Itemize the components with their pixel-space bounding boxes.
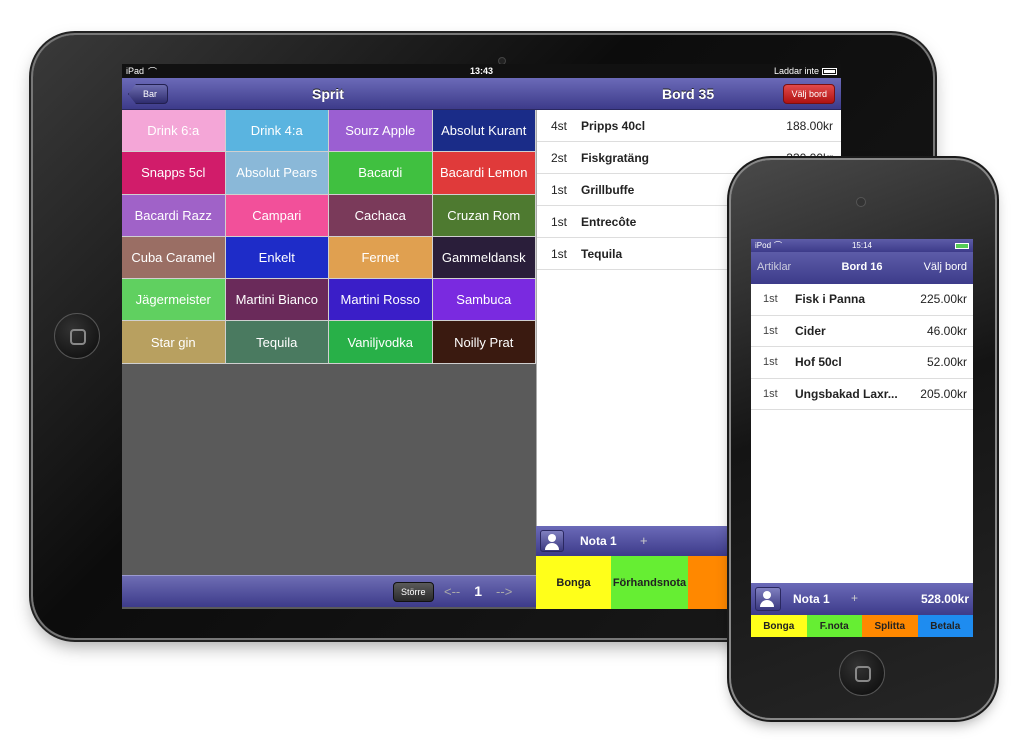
page-number: 1 [474,583,483,599]
product-button[interactable]: Bacardi Lemon [432,152,536,195]
product-button[interactable]: Bacardi [329,152,433,195]
device-mockup: iPad ⌒ 13:43 Laddar inte Bar Sprit Bord … [0,0,1024,746]
product-button[interactable]: Cachaca [329,194,433,237]
product-button[interactable]: Snapps 5cl [122,152,226,195]
product-button[interactable]: Cuba Caramel [122,236,226,280]
product-button[interactable]: Tequila [225,321,329,364]
product-button[interactable]: Jägermeister [122,279,226,322]
product-button[interactable]: Enkelt [225,236,329,280]
action-button-f-rhandsnota[interactable]: Förhandsnota [611,556,688,609]
action-button-betala[interactable]: Betala [917,615,973,637]
status-time: 15:14 [851,241,873,250]
order-price: 46.00kr [926,323,967,338]
add-nota-button[interactable]: + [640,533,648,548]
ipod-home-button[interactable] [839,650,885,696]
order-qty: 1st [763,356,778,369]
ipod-device: iPod ⌒ 15:14 Artiklar Bord 16 Välj bord … [731,160,995,718]
order-qty: 1st [551,214,568,229]
order-item-name: Ungsbakad Laxr... [795,386,898,401]
order-row[interactable]: 1st Ungsbakad Laxr... 205.00kr [751,379,973,410]
order-qty: 2st [551,150,568,165]
prev-page-arrow[interactable]: <-- [444,584,460,599]
product-button[interactable]: Star gin [122,321,226,364]
action-button-bonga[interactable]: Bonga [536,556,611,609]
ipod-screen: iPod ⌒ 15:14 Artiklar Bord 16 Välj bord … [751,239,973,637]
order-row[interactable]: 1st Fisk i Panna 225.00kr [751,284,973,316]
order-item-name: Fisk i Panna [795,292,866,307]
status-time: 13:43 [469,66,494,76]
order-qty: 1st [551,246,568,261]
nota-label[interactable]: Nota 1 [793,592,830,606]
product-button[interactable]: Campari [225,194,329,237]
nota-total: 528.00kr [920,592,969,606]
order-price: 225.00kr [920,292,967,307]
product-button[interactable]: Martini Rosso [329,279,433,322]
battery-icon [822,67,837,75]
nota-label[interactable]: Nota 1 [580,534,617,548]
product-button[interactable]: Drink 6:a [122,110,226,153]
category-title: Sprit [312,86,344,102]
ipod-camera [856,197,866,207]
order-price: 188.00kr [786,118,833,133]
order-price: 52.00kr [926,355,967,370]
action-button-f-nota[interactable]: F.nota [806,615,862,637]
back-button[interactable]: Bar [128,84,169,104]
guest-avatar-icon[interactable] [540,530,564,552]
order-item-name: Cider [795,323,826,338]
nota-bar: Nota 1 + 528.00kr [751,583,973,615]
product-button[interactable]: Sambuca [432,279,536,322]
product-button[interactable]: Fernet [329,236,433,280]
bottom-toolbar: Större <-- 1 --> [122,575,536,607]
guest-avatar-icon[interactable] [755,587,781,611]
ipad-home-button[interactable] [54,313,100,359]
product-button[interactable]: Drink 4:a [225,110,329,153]
product-button[interactable]: Absolut Pears [225,152,329,195]
product-button[interactable]: Martini Bianco [225,279,329,322]
product-button[interactable]: Absolut Kurant [432,110,536,153]
ipad-status-bar: iPad ⌒ 13:43 Laddar inte [122,64,841,78]
order-qty: 1st [763,293,778,306]
home-icon [855,666,871,682]
action-button-bonga[interactable]: Bonga [751,615,807,637]
product-button[interactable]: Bacardi Razz [122,194,226,237]
order-item-name: Hof 50cl [795,355,842,370]
order-row[interactable]: 4st Pripps 40cl 188.00kr [537,110,841,142]
order-qty: 1st [763,324,778,337]
pager: <-- 1 --> [444,583,512,599]
product-button[interactable]: Gammeldansk [432,236,536,280]
order-item-name: Pripps 40cl [581,118,646,133]
action-bar: Bonga F.nota Splitta Betala [751,615,973,637]
order-row[interactable]: 1st Cider 46.00kr [751,316,973,347]
ipad-nav-bar: Bar Sprit Bord 35 Välj bord [122,78,841,110]
order-qty: 4st [551,118,568,133]
home-icon [70,329,86,345]
product-button[interactable]: Sourz Apple [329,110,433,153]
larger-button[interactable]: Större [393,582,434,602]
product-button[interactable]: Noilly Prat [432,321,536,364]
select-table-button[interactable]: Välj bord [783,84,835,104]
next-page-arrow[interactable]: --> [496,584,512,599]
table-title: Bord 35 [662,86,715,102]
order-qty: 1st [551,182,568,197]
add-nota-button[interactable]: + [851,591,858,605]
order-row[interactable]: 1st Hof 50cl 52.00kr [751,347,973,379]
ipod-nav-bar: Artiklar Bord 16 Välj bord [751,252,973,284]
ipod-status-bar: iPod ⌒ 15:14 [751,239,973,252]
action-button-splitta[interactable]: Splitta [862,615,918,637]
product-button[interactable]: Cruzan Rom [432,194,536,237]
product-button[interactable]: Vaniljvodka [329,321,433,364]
order-qty: 1st [763,387,778,400]
product-grid: Drink 6:a Drink 4:a Sourz Apple Absolut Kur… [122,110,536,364]
order-list: 1st Fisk i Panna 225.00kr 1st Cider 46.00kr 1s… [751,284,973,410]
order-price: 205.00kr [920,386,967,401]
select-table-button[interactable]: Välj bord [924,261,967,273]
